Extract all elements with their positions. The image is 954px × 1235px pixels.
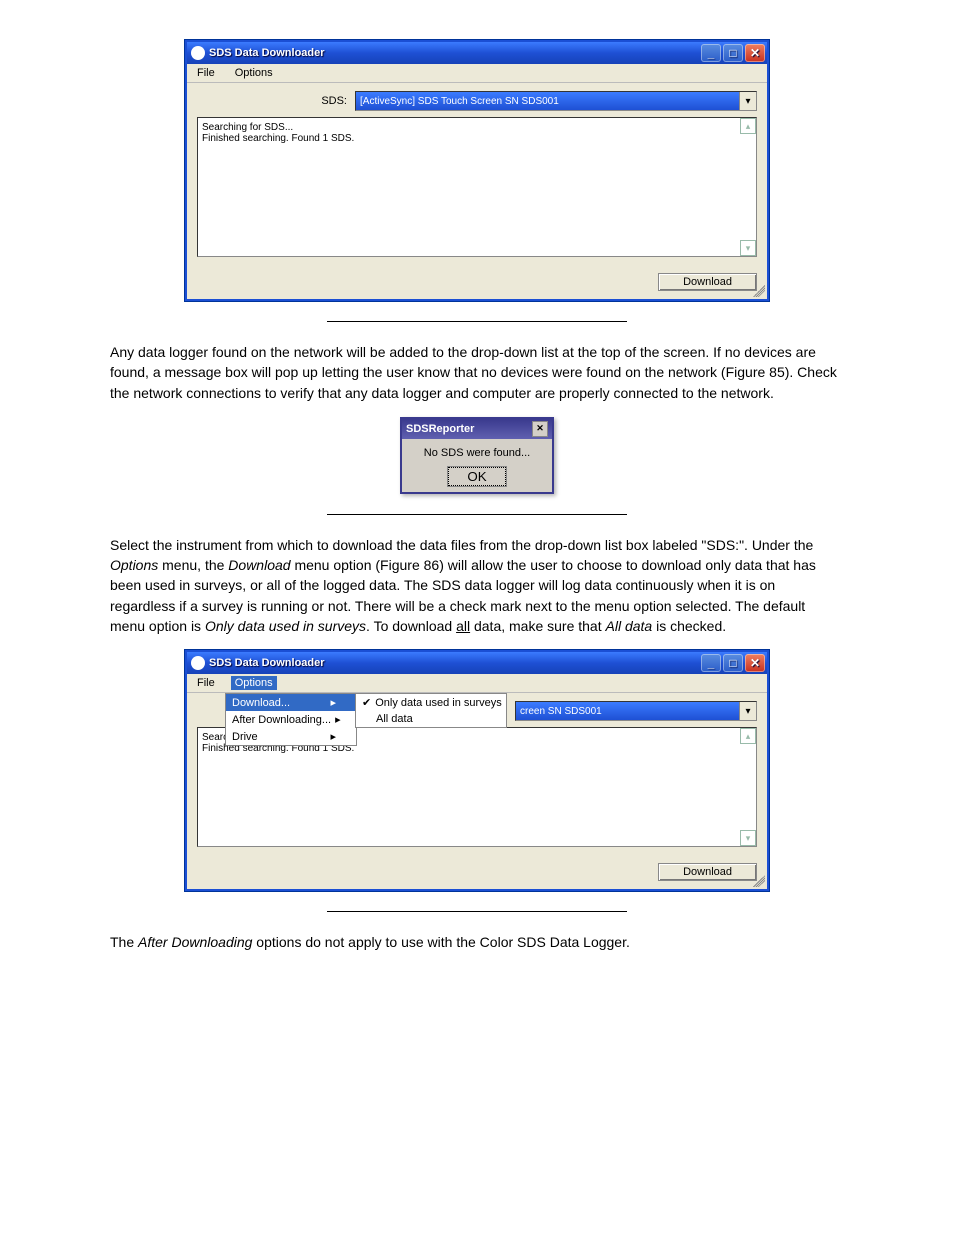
window-title: SDS Data Downloader xyxy=(209,47,325,59)
download-button[interactable]: Download xyxy=(658,273,757,291)
messagebox-body: No SDS were found... xyxy=(410,447,544,459)
submenu-arrow-icon: ▸ xyxy=(330,696,336,709)
sds-dropdown[interactable]: creen SN SDS001 ▾ xyxy=(515,701,757,721)
messagebox-titlebar[interactable]: SDSReporter ✕ xyxy=(402,419,552,439)
minimize-button[interactable]: _ xyxy=(701,654,721,672)
menu-drive[interactable]: Drive▸ xyxy=(226,728,356,745)
menu-all-data[interactable]: All data xyxy=(356,711,506,727)
check-icon: ✔ xyxy=(362,696,371,709)
menu-after-downloading[interactable]: After Downloading...▸ xyxy=(226,711,356,728)
sds-dropdown-value: creen SN SDS001 xyxy=(520,706,602,717)
divider xyxy=(327,911,627,912)
sds-label: SDS: xyxy=(197,95,347,107)
scroll-up-icon[interactable]: ▴ xyxy=(740,118,756,134)
divider xyxy=(327,321,627,322)
maximize-button[interactable]: □ xyxy=(723,654,743,672)
sds-dropdown[interactable]: [ActiveSync] SDS Touch Screen SN SDS001 … xyxy=(355,91,757,111)
download-button[interactable]: Download xyxy=(658,863,757,881)
log-area: Searching for SDS... Finished searching.… xyxy=(197,117,757,257)
sds-dropdown-value: [ActiveSync] SDS Touch Screen SN SDS001 xyxy=(360,96,559,107)
window-sds-downloader-2: SDS Data Downloader _ □ ✕ File Options D… xyxy=(185,650,769,891)
paragraph-3: The After Downloading options do not app… xyxy=(110,932,844,952)
window-title: SDS Data Downloader xyxy=(209,657,325,669)
log-line: Searching for SDS... xyxy=(202,122,752,133)
messagebox-ok-button[interactable]: OK xyxy=(448,467,505,486)
window-sds-downloader-1: SDS Data Downloader _ □ ✕ File Options S… xyxy=(185,40,769,301)
titlebar[interactable]: SDS Data Downloader _ □ ✕ xyxy=(187,42,767,64)
maximize-button[interactable]: □ xyxy=(723,44,743,62)
titlebar[interactable]: SDS Data Downloader _ □ ✕ xyxy=(187,652,767,674)
paragraph-2: Select the instrument from which to down… xyxy=(110,535,844,636)
app-icon xyxy=(191,46,205,60)
minimize-button[interactable]: _ xyxy=(701,44,721,62)
paragraph-1: Any data logger found on the network wil… xyxy=(110,342,844,403)
messagebox-no-sds: SDSReporter ✕ No SDS were found... OK xyxy=(400,417,554,494)
submenu-arrow-icon: ▸ xyxy=(335,713,341,726)
close-button[interactable]: ✕ xyxy=(745,654,765,672)
messagebox-title: SDSReporter xyxy=(406,423,532,435)
menu-file[interactable]: File xyxy=(193,66,219,80)
scroll-up-icon[interactable]: ▴ xyxy=(740,728,756,744)
app-icon xyxy=(191,656,205,670)
scroll-down-icon[interactable]: ▾ xyxy=(740,830,756,846)
menu-options[interactable]: Options xyxy=(231,676,277,690)
menu-options[interactable]: Options xyxy=(231,66,277,80)
menu-only-surveys[interactable]: ✔ Only data used in surveys xyxy=(356,694,506,711)
menubar: File Options xyxy=(187,674,767,693)
submenu-arrow-icon: ▸ xyxy=(330,730,336,743)
messagebox-close-icon[interactable]: ✕ xyxy=(532,421,548,437)
close-button[interactable]: ✕ xyxy=(745,44,765,62)
download-submenu: ✔ Only data used in surveys All data xyxy=(355,693,507,728)
dropdown-arrow-icon[interactable]: ▾ xyxy=(739,702,756,720)
menu-download[interactable]: Download...▸ xyxy=(226,694,356,711)
log-line: Finished searching. Found 1 SDS. xyxy=(202,133,752,144)
divider xyxy=(327,514,627,515)
menu-file[interactable]: File xyxy=(193,676,219,690)
scroll-down-icon[interactable]: ▾ xyxy=(740,240,756,256)
menubar: File Options xyxy=(187,64,767,83)
options-dropdown: Download...▸ After Downloading...▸ Drive… xyxy=(225,693,357,746)
dropdown-arrow-icon[interactable]: ▾ xyxy=(739,92,756,110)
